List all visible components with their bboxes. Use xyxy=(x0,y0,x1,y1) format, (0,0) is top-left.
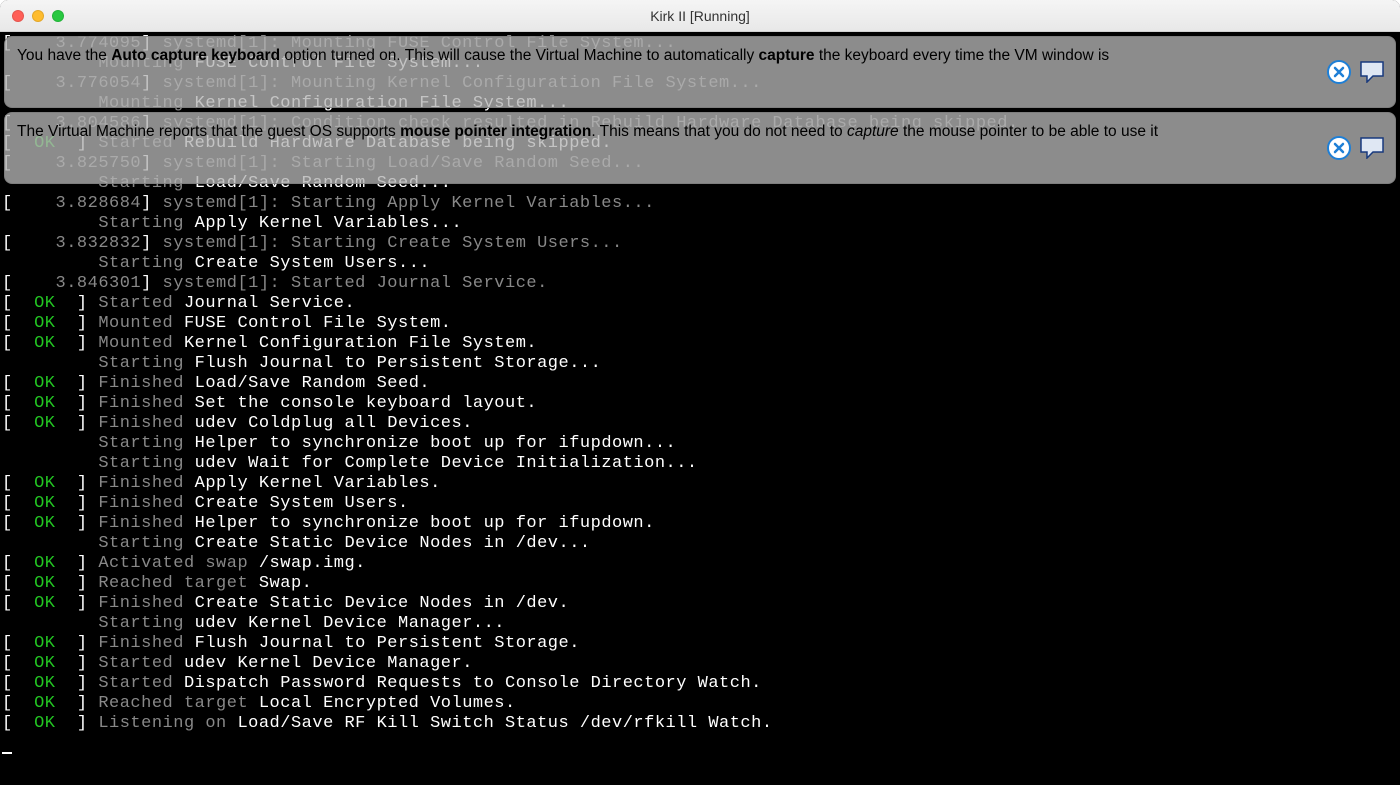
console-line: [ OK ] Started Journal Service. xyxy=(2,294,1398,314)
console-line: Starting Create Static Device Nodes in /… xyxy=(2,534,1398,554)
notification-close-button[interactable] xyxy=(1327,136,1351,160)
console-line: [ OK ] Finished udev Coldplug all Device… xyxy=(2,414,1398,434)
console-line: Starting Create System Users... xyxy=(2,254,1398,274)
notification-actions xyxy=(1327,60,1385,84)
window-zoom-button[interactable] xyxy=(52,10,64,22)
text-cursor xyxy=(2,752,12,754)
console-line: [ OK ] Finished Load/Save Random Seed. xyxy=(2,374,1398,394)
notification-text: You have the Auto capture keyboard optio… xyxy=(17,47,1109,64)
console-line: Starting udev Wait for Complete Device I… xyxy=(2,454,1398,474)
console-line: [ OK ] Finished Create Static Device Nod… xyxy=(2,594,1398,614)
vm-window: Kirk II [Running] [ 3.774095] systemd[1]… xyxy=(0,0,1400,785)
close-icon xyxy=(1333,142,1345,154)
notification-mouse-integration: The Virtual Machine reports that the gue… xyxy=(4,112,1396,184)
notification-actions xyxy=(1327,136,1385,160)
notification-keyboard-capture: You have the Auto capture keyboard optio… xyxy=(4,36,1396,108)
console-line: Starting Flush Journal to Persistent Sto… xyxy=(2,354,1398,374)
console-line: [ OK ] Mounted Kernel Configuration File… xyxy=(2,334,1398,354)
console-line: [ OK ] Reached target Swap. xyxy=(2,574,1398,594)
window-minimize-button[interactable] xyxy=(32,10,44,22)
vm-display[interactable]: [ 3.774095] systemd[1]: Mounting FUSE Co… xyxy=(0,32,1400,785)
console-line: [ OK ] Listening on Load/Save RF Kill Sw… xyxy=(2,714,1398,734)
console-line: [ OK ] Finished Set the console keyboard… xyxy=(2,394,1398,414)
console-line: [ OK ] Reached target Local Encrypted Vo… xyxy=(2,694,1398,714)
console-line: [ 3.832832] systemd[1]: Starting Create … xyxy=(2,234,1398,254)
traffic-lights xyxy=(12,10,64,22)
console-line: [ 3.846301] systemd[1]: Started Journal … xyxy=(2,274,1398,294)
console-line: [ OK ] Mounted FUSE Control File System. xyxy=(2,314,1398,334)
window-title: Kirk II [Running] xyxy=(0,8,1400,24)
cursor-line xyxy=(2,734,1398,754)
console-line: [ OK ] Finished Helper to synchronize bo… xyxy=(2,514,1398,534)
notification-close-button[interactable] xyxy=(1327,60,1351,84)
console-line: [ OK ] Finished Flush Journal to Persist… xyxy=(2,634,1398,654)
console-line: [ OK ] Started udev Kernel Device Manage… xyxy=(2,654,1398,674)
console-line: Starting Helper to synchronize boot up f… xyxy=(2,434,1398,454)
titlebar[interactable]: Kirk II [Running] xyxy=(0,0,1400,32)
console-line: [ OK ] Activated swap /swap.img. xyxy=(2,554,1398,574)
speech-bubble-icon[interactable] xyxy=(1359,61,1385,83)
console-line: [ OK ] Finished Create System Users. xyxy=(2,494,1398,514)
speech-bubble-icon[interactable] xyxy=(1359,137,1385,159)
console-line: [ 3.828684] systemd[1]: Starting Apply K… xyxy=(2,194,1398,214)
close-icon xyxy=(1333,66,1345,78)
window-close-button[interactable] xyxy=(12,10,24,22)
console-line: [ OK ] Finished Apply Kernel Variables. xyxy=(2,474,1398,494)
console-line: [ OK ] Started Dispatch Password Request… xyxy=(2,674,1398,694)
console-line: Starting Apply Kernel Variables... xyxy=(2,214,1398,234)
console-line: Starting udev Kernel Device Manager... xyxy=(2,614,1398,634)
notification-text: The Virtual Machine reports that the gue… xyxy=(17,123,1158,140)
